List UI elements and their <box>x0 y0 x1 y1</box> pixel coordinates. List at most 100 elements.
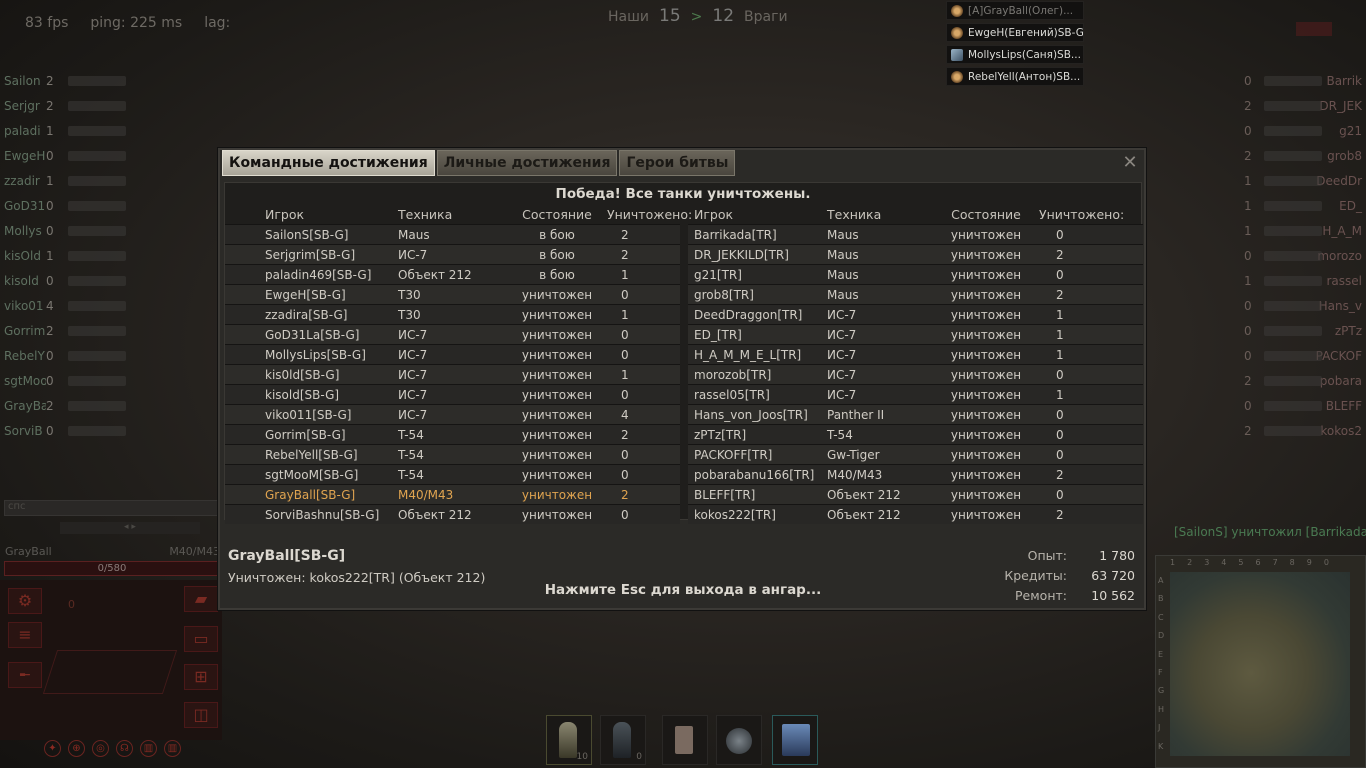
tank-silhouette-icon <box>1264 75 1322 86</box>
enemy-player-row: 0 Hans_v <box>1236 293 1366 318</box>
table-row: GoD31La[SB-G] ИС-7 уничтожен 0 <box>225 324 680 344</box>
tank-cell: ИС-7 <box>398 367 428 382</box>
tank-silhouette-icon <box>68 300 126 311</box>
tank-cell: ИС-7 <box>827 367 857 382</box>
player-cell: GrayBall[SB-G] <box>265 487 356 502</box>
enemy-player-row: 2 grob8 <box>1236 143 1366 168</box>
tank-cell: Maus <box>827 227 859 242</box>
minimap-column-label: 6 <box>1255 558 1261 567</box>
kills-cell: 0 <box>1056 447 1064 462</box>
player-cell: morozob[TR] <box>694 367 772 382</box>
medal-icon <box>951 4 963 17</box>
kills-cell: 2 <box>621 227 629 242</box>
allied-player-row: paladi 1 <box>0 118 126 143</box>
minimap-row-label: G <box>1158 686 1165 696</box>
battle-results-dialog: Командные достижения Личные достижения Г… <box>218 148 1146 610</box>
consumable-repair-kit[interactable] <box>662 715 708 765</box>
allies-table: Игрок Техника Состояние Уничтожено: Sail… <box>225 205 692 524</box>
repair-kit-icon <box>675 726 693 754</box>
kills-cell: 4 <box>621 407 629 422</box>
state-cell: уничтожен <box>950 487 1022 502</box>
col-kills: Уничтожено: <box>1039 207 1125 222</box>
tank-silhouette-icon <box>1264 375 1322 386</box>
damage-indicator <box>1296 22 1332 36</box>
player-cell: SorviBashnu[SB-G] <box>265 507 380 522</box>
tank-silhouette-icon <box>1264 175 1322 186</box>
frag-count: 0 <box>1244 398 1252 413</box>
radio-icon: ▭ <box>184 626 218 652</box>
state-cell: уничтожен <box>521 287 593 302</box>
table-row: RebelYell[SB-G] T-54 уничтожен 0 <box>225 444 680 464</box>
ammo-slot-he[interactable]: 0 <box>600 715 646 765</box>
kills-cell: 1 <box>1056 307 1064 322</box>
gunner-icon: ⊕ <box>68 740 85 757</box>
tank-cell: T-54 <box>398 467 424 482</box>
tank-silhouette-icon <box>1264 275 1322 286</box>
tank-cell: Maus <box>398 227 430 242</box>
footer-player-name: GrayBall[SB-G] <box>228 548 346 564</box>
ammo-count: 0 <box>636 752 642 762</box>
track-icon: ⊞ <box>184 664 218 690</box>
minimap[interactable]: 1 2 3 4 5 6 7 8 9 0 ABCDEFGHJK <box>1155 555 1366 768</box>
tank-silhouette-icon <box>68 375 126 386</box>
dialog-tabs: Командные достижения Личные достижения Г… <box>222 150 736 176</box>
allied-player-row: Serjgr 2 <box>0 93 126 118</box>
ammo-slot-ap[interactable]: 10 <box>546 715 592 765</box>
tank-name: M40/M43 <box>169 545 220 558</box>
minimap-column-label: 0 <box>1323 558 1329 567</box>
kills-cell: 0 <box>621 447 629 462</box>
reward-row: Опыт: 1 780 <box>995 548 1135 568</box>
minimap-column-label: 3 <box>1204 558 1210 567</box>
allied-player-row: RebelY 0 <box>0 343 126 368</box>
state-cell: уничтожен <box>521 487 593 502</box>
enemies-table: Игрок Техника Состояние Уничтожено: Barr… <box>688 205 1143 524</box>
tank-cell: ИС-7 <box>398 327 428 342</box>
consumable-first-aid[interactable] <box>716 715 762 765</box>
minimap-column-label: 1 <box>1170 558 1176 567</box>
player-name: GoD31L <box>4 198 46 213</box>
tank-cell: Объект 212 <box>827 507 901 522</box>
tab-personal-achievements[interactable]: Личные достижения <box>436 150 618 176</box>
col-tank: Техника <box>398 207 453 222</box>
score-separator: > <box>690 9 703 25</box>
tank-cell: Объект 212 <box>398 267 472 282</box>
state-cell: уничтожен <box>950 287 1022 302</box>
ammo-rack-icon: ≡ <box>8 622 42 648</box>
player-cell: Barrikada[TR] <box>694 227 777 242</box>
allied-player-row: sgtMoo 0 <box>0 368 126 393</box>
notification-text: MollysLips(Саня)SB... <box>968 48 1081 61</box>
player-cell: pobarabanu166[TR] <box>694 467 815 482</box>
kills-cell: 2 <box>1056 287 1064 302</box>
tank-silhouette-icon <box>68 200 126 211</box>
achievement-notification: RebelYell(Антон)SB... <box>946 67 1084 86</box>
frag-count: 0 <box>1244 348 1252 363</box>
player-cell: ED_[TR] <box>694 327 742 342</box>
table-header: Игрок Техника Состояние Уничтожено: <box>688 205 1143 224</box>
enemy-player-row: 1 ED_ <box>1236 193 1366 218</box>
tab-battle-heroes[interactable]: Герои битвы <box>619 150 736 176</box>
player-cell: Hans_von_Joos[TR] <box>694 407 808 422</box>
player-cell: zPTz[TR] <box>694 427 747 442</box>
state-cell: в бою <box>539 227 575 242</box>
frag-count: 0 <box>46 198 54 213</box>
frag-count: 1 <box>1244 198 1252 213</box>
reward-label: Ремонт: <box>1015 588 1067 603</box>
frag-count: 1 <box>1244 273 1252 288</box>
table-row: SorviBashnu[SB-G] Объект 212 уничтожен 0 <box>225 504 680 524</box>
chat-channel-button[interactable]: ◂ ▸ <box>60 522 200 534</box>
chat-input[interactable]: cпс <box>4 500 218 516</box>
table-row: grob8[TR] Maus уничтожен 2 <box>688 284 1143 304</box>
table-row: Serjgrim[SB-G] ИС-7 в бою 2 <box>225 244 680 264</box>
frag-count: 2 <box>1244 148 1252 163</box>
minimap-row-label: H <box>1158 704 1165 714</box>
minimap-row-labels: ABCDEFGHJK <box>1158 572 1168 756</box>
tab-team-achievements[interactable]: Командные достижения <box>222 150 435 176</box>
player-cell: kis0ld[SB-G] <box>265 367 340 382</box>
tank-cell: T-54 <box>398 447 424 462</box>
minimap-row-label: C <box>1158 612 1164 622</box>
consumable-fire-extinguisher[interactable] <box>772 715 818 765</box>
tank-silhouette-icon <box>68 350 126 361</box>
player-cell: viko011[SB-G] <box>265 407 352 422</box>
frag-count: 1 <box>46 248 54 263</box>
close-button[interactable]: ✕ <box>1120 153 1140 173</box>
